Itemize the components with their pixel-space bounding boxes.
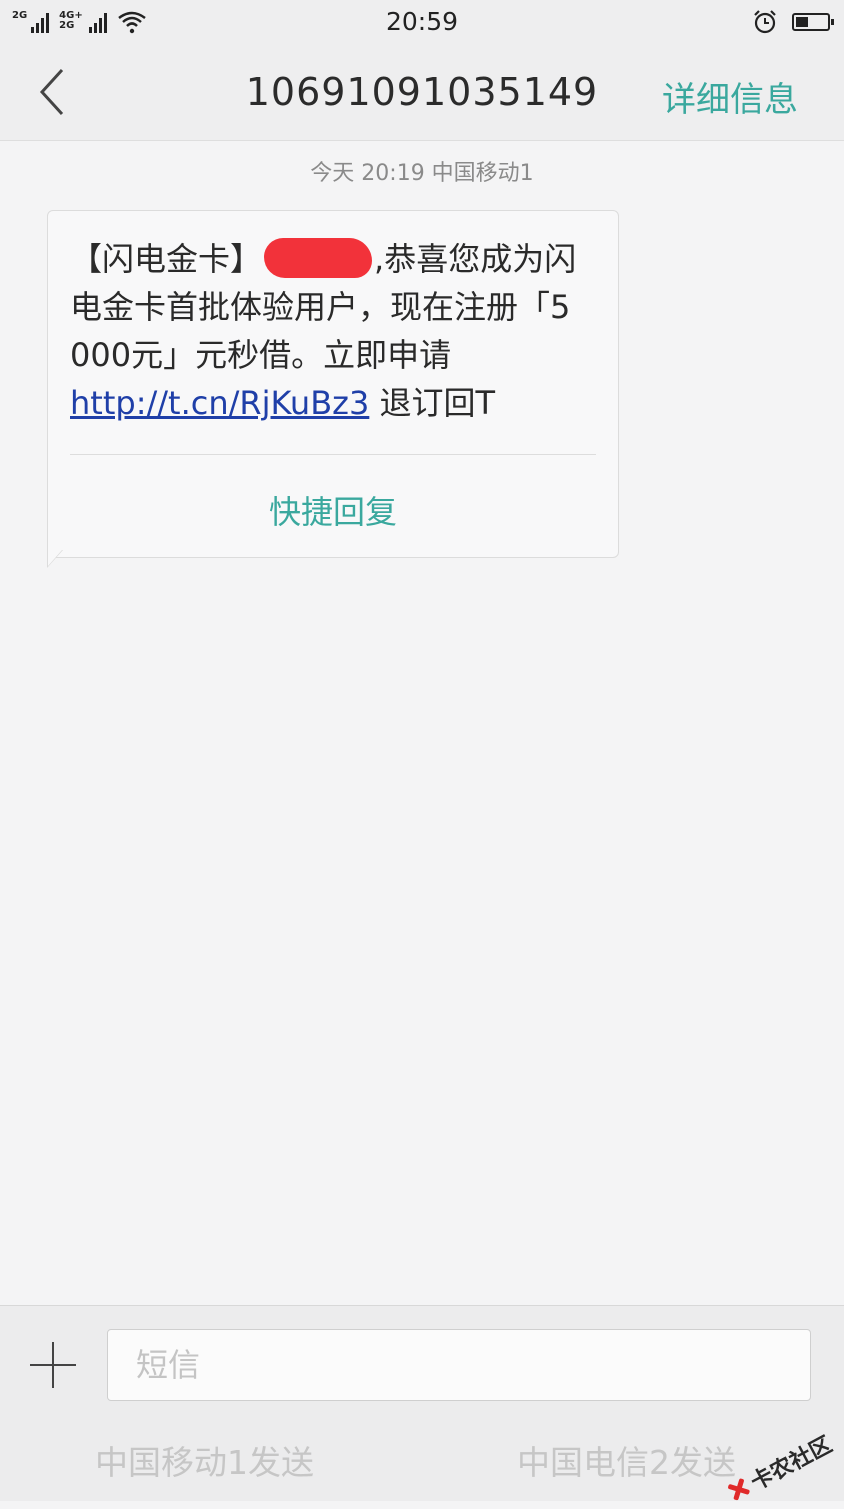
composer: 中国移动1发送 中国电信2发送 xyxy=(0,1305,844,1501)
send-sim1-button[interactable]: 中国移动1发送 xyxy=(95,1436,314,1484)
redaction-mark xyxy=(264,238,373,278)
plus-icon[interactable] xyxy=(30,1342,76,1388)
status-bar: 2G 4G+ 2G 20:59 xyxy=(0,0,844,46)
quick-reply-button[interactable]: 快捷回复 xyxy=(48,487,618,533)
status-time: 20:59 xyxy=(385,7,459,36)
battery-fill xyxy=(796,17,808,27)
detail-info-button[interactable]: 详细信息 xyxy=(662,72,798,121)
send-sim2-button[interactable]: 中国电信2发送 xyxy=(517,1436,736,1484)
message-text-end: 退订回T xyxy=(369,384,496,422)
battery-icon xyxy=(792,13,834,31)
message-text-start: 【闪电金卡】 xyxy=(70,240,263,278)
alarm-icon xyxy=(754,10,776,34)
message-text: 【闪电金卡】 ,恭喜您成为闪电金卡首批体验用户，现在注册「5000元」元秒借。立即… xyxy=(70,235,590,427)
message-bubble[interactable]: 【闪电金卡】 ,恭喜您成为闪电金卡首批体验用户，现在注册「5000元」元秒借。立即… xyxy=(47,210,619,558)
bubble-tail-inner xyxy=(48,550,62,566)
message-link[interactable]: http://t.cn/RjKuBz3 xyxy=(70,384,369,422)
sms-input[interactable] xyxy=(107,1329,811,1401)
status-right xyxy=(752,9,834,35)
bubble-divider xyxy=(70,454,596,455)
message-timestamp: 今天 20:19 中国移动1 xyxy=(310,161,534,186)
conversation-header: 10691091035149 详细信息 xyxy=(0,46,844,141)
